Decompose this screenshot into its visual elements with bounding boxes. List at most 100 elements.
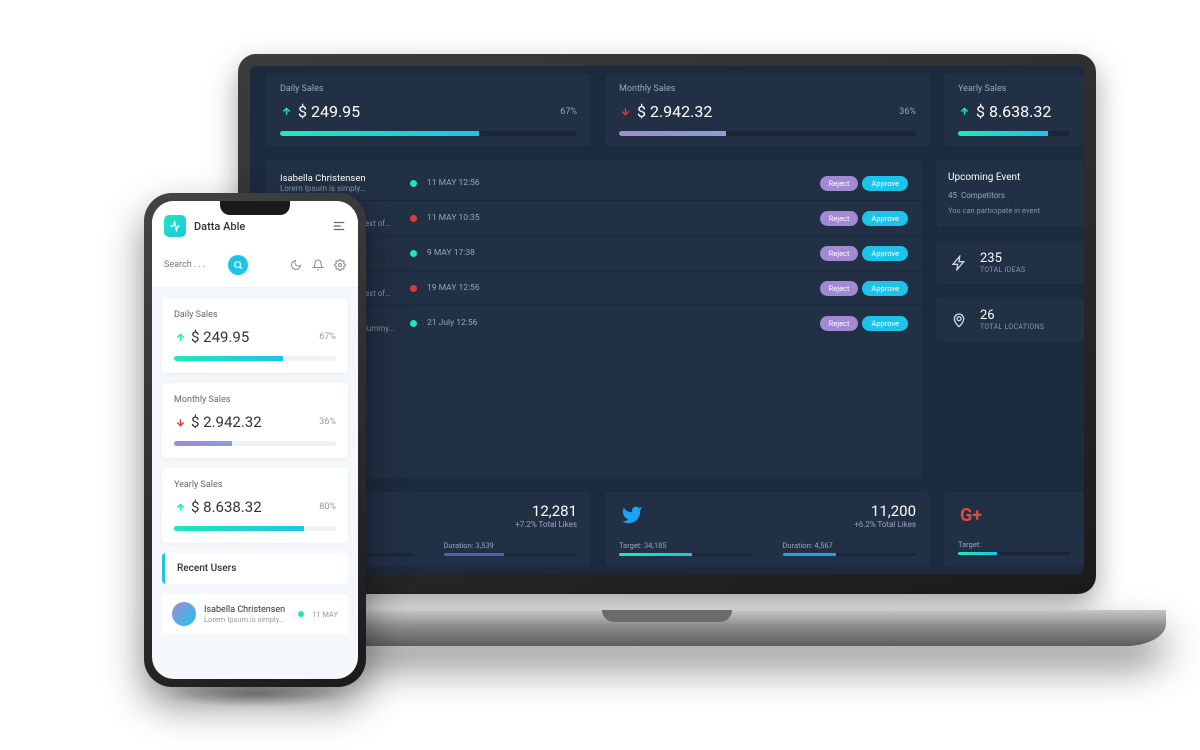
yearly-sales-card[interactable]: Yearly Sales $ 8.638.32 bbox=[944, 74, 1084, 146]
menu-toggle-icon[interactable] bbox=[332, 219, 346, 233]
arrow-down-icon bbox=[174, 416, 186, 428]
card-pct: 67% bbox=[560, 107, 577, 117]
stat-value: 235 bbox=[980, 251, 1025, 266]
card-title: Monthly Sales bbox=[174, 395, 336, 405]
search-button[interactable] bbox=[228, 255, 248, 275]
timestamp: 21 July 12:56 bbox=[427, 318, 489, 328]
progress-bar bbox=[174, 441, 336, 446]
status-dot-icon bbox=[298, 611, 304, 617]
progress-bar bbox=[280, 131, 577, 136]
section-title: Recent Users bbox=[177, 563, 336, 574]
card-pct: 80% bbox=[319, 502, 336, 512]
total-ideas-card[interactable]: 235 TOTAL IDEAS bbox=[936, 241, 1084, 284]
arrow-down-icon bbox=[619, 106, 631, 118]
progress-bar bbox=[174, 356, 336, 361]
yearly-sales-card[interactable]: Yearly Sales $ 8.638.32 80% bbox=[162, 468, 348, 543]
card-value: $ 2.942.32 bbox=[191, 413, 262, 431]
user-name: Isabella Christensen bbox=[204, 605, 285, 615]
stat-label: TOTAL LOCATIONS bbox=[980, 323, 1044, 331]
arrow-up-icon bbox=[174, 501, 186, 513]
brand-name: Datta Able bbox=[194, 220, 245, 233]
user-name: Isabella Christensen bbox=[280, 173, 400, 184]
search-input[interactable] bbox=[164, 260, 224, 270]
card-title: Yearly Sales bbox=[958, 84, 1070, 94]
brand-logo-icon[interactable] bbox=[164, 215, 186, 237]
approve-button[interactable]: Approve bbox=[862, 246, 908, 261]
progress-bar bbox=[783, 553, 917, 556]
mobile-dashboard: Datta Able Daily Sales $ 249.95 bbox=[152, 201, 358, 679]
progress-bar bbox=[174, 526, 336, 531]
approve-button[interactable]: Approve bbox=[862, 316, 908, 331]
timestamp: 9 MAY 17:38 bbox=[427, 248, 489, 258]
avatar bbox=[172, 602, 196, 626]
twitter-card[interactable]: 11,200 +6.2% Total Likes Target: 34,185 … bbox=[605, 492, 930, 566]
card-value: $ 249.95 bbox=[298, 102, 360, 121]
card-value: $ 8.638.32 bbox=[191, 498, 262, 516]
progress-bar bbox=[619, 553, 753, 556]
social-sub: +7.2% Total Likes bbox=[515, 520, 577, 529]
timestamp: 19 MAY 12:56 bbox=[427, 283, 489, 293]
card-pct: 36% bbox=[899, 107, 916, 117]
event-count: 45 bbox=[948, 191, 957, 200]
card-value: $ 249.95 bbox=[191, 328, 249, 346]
phone-notch bbox=[220, 201, 290, 215]
approve-button[interactable]: Approve bbox=[862, 281, 908, 296]
arrow-up-icon bbox=[174, 331, 186, 343]
event-count-label: Competitors bbox=[961, 191, 1005, 200]
laptop-bezel: Daily Sales $ 249.95 67% Monthly Sales $… bbox=[238, 54, 1096, 594]
card-title: Yearly Sales bbox=[174, 480, 336, 490]
timestamp: 11 MAY 10:35 bbox=[427, 213, 489, 223]
bell-icon[interactable] bbox=[312, 259, 324, 271]
middle-row: Isabella Christensen Lorem Ipsum is simp… bbox=[266, 160, 1084, 478]
status-dot-icon bbox=[410, 180, 417, 187]
laptop-mockup: Daily Sales $ 249.95 67% Monthly Sales $… bbox=[238, 54, 1096, 646]
search-box[interactable] bbox=[164, 255, 284, 275]
map-pin-icon bbox=[948, 309, 970, 331]
approve-button[interactable]: Approve bbox=[862, 176, 908, 191]
arrow-up-icon bbox=[280, 106, 292, 118]
reject-button[interactable]: Reject bbox=[820, 246, 859, 261]
card-title: Monthly Sales bbox=[619, 84, 916, 94]
moon-icon[interactable] bbox=[290, 259, 302, 271]
progress-bar bbox=[958, 131, 1070, 136]
reject-button[interactable]: Reject bbox=[820, 211, 859, 226]
daily-sales-card[interactable]: Daily Sales $ 249.95 67% bbox=[162, 298, 348, 373]
social-sub: +6.2% Total Likes bbox=[854, 520, 916, 529]
social-value: 12,281 bbox=[515, 502, 577, 520]
card-title: Daily Sales bbox=[174, 310, 336, 320]
status-dot-icon bbox=[410, 215, 417, 222]
google-plus-icon: G+ bbox=[958, 502, 984, 528]
google-plus-card[interactable]: G+ Target: bbox=[944, 492, 1084, 566]
progress-bar bbox=[444, 553, 578, 556]
progress-bar bbox=[958, 552, 1070, 555]
monthly-sales-card[interactable]: Monthly Sales $ 2.942.32 36% bbox=[162, 383, 348, 458]
upcoming-event-card[interactable]: Upcoming Event 45 Competitors You can pa… bbox=[936, 160, 1084, 227]
phone-bezel: Datta Able Daily Sales $ 249.95 bbox=[144, 193, 366, 687]
list-item[interactable]: Isabella Christensen Lorem Ipsum is simp… bbox=[162, 594, 348, 634]
timestamp: 11 MAY 12:56 bbox=[427, 178, 489, 188]
timestamp: 11 MAY bbox=[312, 610, 338, 619]
mobile-toolbar bbox=[152, 247, 358, 288]
card-value: $ 8.638.32 bbox=[976, 102, 1051, 121]
event-desc: You can participate in event bbox=[948, 206, 1072, 215]
reject-button[interactable]: Reject bbox=[820, 281, 859, 296]
kpi-row: Daily Sales $ 249.95 67% Monthly Sales $… bbox=[266, 74, 1084, 146]
recent-users-header: Recent Users bbox=[162, 553, 348, 584]
approve-button[interactable]: Approve bbox=[862, 211, 908, 226]
daily-sales-card[interactable]: Daily Sales $ 249.95 67% bbox=[266, 74, 591, 146]
gear-icon[interactable] bbox=[334, 259, 346, 271]
user-sub: Lorem Ipsum is simply… bbox=[280, 184, 400, 193]
reject-button[interactable]: Reject bbox=[820, 176, 859, 191]
phone-mockup: Datta Able Daily Sales $ 249.95 bbox=[144, 193, 366, 687]
twitter-icon bbox=[619, 502, 645, 528]
card-title: Daily Sales bbox=[280, 84, 577, 94]
status-dot-icon bbox=[410, 250, 417, 257]
progress-bar bbox=[619, 131, 916, 136]
user-sub: Lorem Ipsum is simply… bbox=[204, 615, 285, 624]
card-value: $ 2.942.32 bbox=[637, 102, 712, 121]
reject-button[interactable]: Reject bbox=[820, 316, 859, 331]
monthly-sales-card[interactable]: Monthly Sales $ 2.942.32 36% bbox=[605, 74, 930, 146]
stat-value: 26 bbox=[980, 308, 1044, 323]
total-locations-card[interactable]: 26 TOTAL LOCATIONS bbox=[936, 298, 1084, 341]
card-pct: 36% bbox=[319, 417, 336, 427]
